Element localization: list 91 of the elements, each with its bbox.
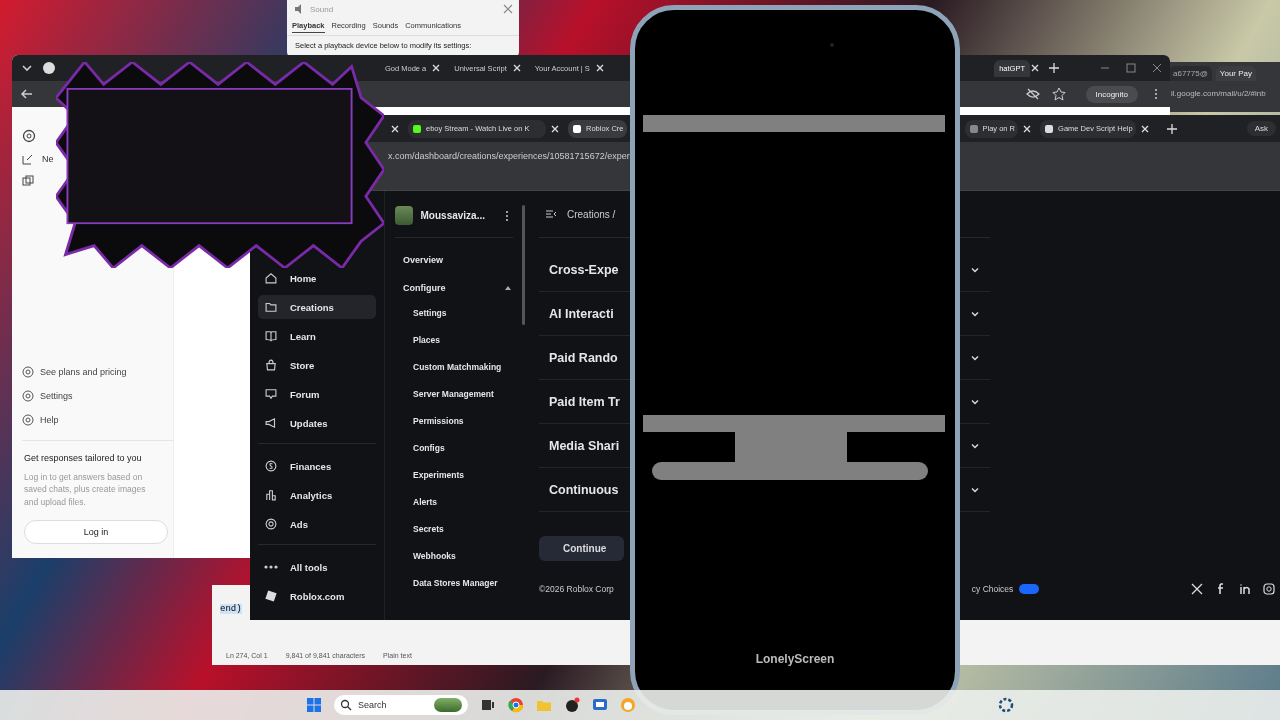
plus-icon[interactable] bbox=[1165, 122, 1178, 135]
megaphone-icon bbox=[264, 416, 278, 430]
camera-logo-icon[interactable] bbox=[1263, 583, 1275, 595]
privacy-link[interactable]: cy Choices bbox=[971, 584, 1014, 594]
browser-tab[interactable]: Your Pay bbox=[1215, 66, 1256, 81]
x-logo-icon[interactable] bbox=[1191, 583, 1203, 595]
section-title: Cross-Expe bbox=[549, 262, 619, 277]
round-browser-icon[interactable] bbox=[508, 697, 524, 713]
tab-favicon-icon bbox=[1044, 123, 1055, 134]
address-field[interactable]: x.com/dashboard/creations/experiences/10581715672/exper bbox=[388, 151, 630, 161]
close-icon[interactable] bbox=[1139, 123, 1150, 134]
monitor-app-icon[interactable] bbox=[592, 697, 608, 713]
login-button[interactable]: Log in bbox=[24, 520, 168, 544]
landscape-thumbnail-icon bbox=[434, 698, 462, 712]
nav-item[interactable]: Webhooks bbox=[395, 551, 505, 563]
tab-favicon-icon bbox=[968, 123, 979, 134]
copyright-text: ©2026 Roblox Corp bbox=[539, 584, 614, 594]
nav-item[interactable]: Home bbox=[258, 266, 376, 290]
address-text: il.google.com/mail/u/2/#inb bbox=[1170, 88, 1267, 100]
close-icon[interactable] bbox=[594, 63, 605, 73]
section-title: AI Interacti bbox=[549, 306, 614, 321]
dollar-icon bbox=[264, 459, 278, 473]
privacy-toggle[interactable] bbox=[1019, 584, 1040, 594]
tab-favicon-icon bbox=[412, 123, 422, 134]
nav-item[interactable]: Data Stores Manager bbox=[395, 578, 505, 590]
close-icon[interactable] bbox=[1022, 123, 1033, 134]
nav-item[interactable]: Finances bbox=[258, 454, 376, 478]
nav-item[interactable]: All tools bbox=[258, 555, 376, 579]
nav-item[interactable]: Updates bbox=[258, 411, 376, 435]
nav-item[interactable]: Settings bbox=[395, 308, 505, 320]
section-title: Paid Rando bbox=[549, 350, 618, 365]
nav-item[interactable]: Custom Matchmaking bbox=[395, 362, 505, 374]
plus-icon[interactable] bbox=[1048, 62, 1060, 74]
search-icon bbox=[340, 699, 352, 711]
close-icon[interactable] bbox=[511, 63, 522, 73]
nav-item[interactable]: Roblox.com bbox=[258, 584, 376, 608]
nav-item[interactable]: Ads bbox=[258, 512, 376, 536]
nav-item[interactable]: Server Management bbox=[395, 389, 505, 401]
promo-title: Get responses tailored to you bbox=[24, 453, 143, 464]
maximize-icon[interactable] bbox=[1126, 63, 1136, 73]
search-field[interactable]: Search bbox=[334, 695, 468, 715]
nav-item[interactable]: Places bbox=[395, 335, 505, 347]
folder-icon bbox=[264, 300, 278, 314]
nav-item[interactable]: Configs bbox=[395, 443, 505, 455]
camera-dot bbox=[830, 43, 834, 47]
nav-item[interactable]: Learn bbox=[258, 324, 376, 348]
nav-section[interactable]: Overview bbox=[403, 255, 444, 265]
nav-item[interactable]: Store bbox=[258, 353, 376, 377]
menu-item[interactable]: Help bbox=[40, 415, 59, 426]
new-chat-link[interactable]: Ne bbox=[42, 154, 54, 164]
close-icon[interactable] bbox=[431, 63, 442, 73]
tab-favicon-icon bbox=[572, 123, 582, 134]
project-name[interactable]: Moussaviza... bbox=[420, 210, 485, 221]
eye-slash-icon[interactable] bbox=[1025, 87, 1040, 101]
nav-section[interactable]: Configure bbox=[403, 283, 446, 293]
promo-text: Log in to get answers based on saved chats, plus create images and upload files. bbox=[24, 471, 147, 508]
nav-item[interactable]: Permissions bbox=[395, 416, 505, 428]
collapse-menu-icon[interactable] bbox=[545, 208, 557, 220]
section-title: Paid Item Tr bbox=[549, 394, 620, 409]
stacked-squares-icon[interactable] bbox=[22, 175, 34, 187]
app-label: LonelyScreen bbox=[754, 652, 836, 666]
section-title: Media Shari bbox=[549, 438, 620, 453]
incognito-button[interactable]: Incognito bbox=[1085, 85, 1138, 103]
home-icon bbox=[264, 271, 278, 285]
target-icon bbox=[264, 517, 278, 531]
nav-item[interactable]: Alerts bbox=[395, 497, 505, 509]
windows-logo-icon[interactable] bbox=[306, 697, 322, 713]
nav-item[interactable]: Experiments bbox=[395, 470, 505, 482]
ask-button[interactable]: Ask bbox=[1246, 121, 1276, 136]
menu-item[interactable]: Settings bbox=[40, 391, 73, 402]
continue-button[interactable]: Continue bbox=[539, 536, 625, 561]
dark-circle-app-icon[interactable] bbox=[564, 697, 580, 713]
breadcrumb-text[interactable]: Creations / bbox=[567, 208, 616, 220]
bar-chart-icon bbox=[264, 488, 278, 502]
section-title: Continuous bbox=[549, 482, 619, 497]
task-view-icon[interactable] bbox=[480, 697, 496, 713]
browser-tab[interactable]: a67775@ bbox=[1169, 66, 1212, 81]
in-logo-icon[interactable] bbox=[1239, 583, 1251, 595]
project-thumbnail bbox=[395, 206, 413, 225]
nav-item[interactable]: Analytics bbox=[258, 483, 376, 507]
back-arrow-icon[interactable] bbox=[20, 87, 34, 101]
nav-item[interactable]: Creations bbox=[258, 295, 376, 319]
nav-item[interactable]: Secrets bbox=[395, 524, 505, 536]
book-icon bbox=[264, 329, 278, 343]
window-title: Sound bbox=[310, 4, 334, 14]
nav-item[interactable]: Forum bbox=[258, 382, 376, 406]
ellipsis-icon bbox=[264, 565, 278, 569]
speech-bubble-icon bbox=[264, 387, 278, 401]
menu-item[interactable]: See plans and pricing bbox=[40, 367, 127, 378]
bag-icon bbox=[264, 358, 278, 372]
star-icon[interactable] bbox=[1051, 87, 1066, 101]
